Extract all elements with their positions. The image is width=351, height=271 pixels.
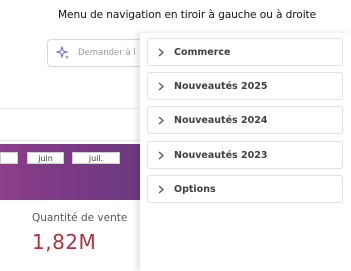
month-tag-juin[interactable]: juin xyxy=(27,152,64,164)
chevron-right-icon xyxy=(158,185,164,193)
drawer-item-label: Nouveautés 2024 xyxy=(174,114,268,126)
kpi-label: Quantité de vente xyxy=(32,212,128,224)
kpi-value: 1,82M xyxy=(32,230,97,254)
drawer-item-commerce[interactable]: Commerce xyxy=(147,38,343,66)
drawer-item-label: Commerce xyxy=(174,46,231,58)
drawer-item-label: Nouveautés 2023 xyxy=(174,149,268,161)
caption-title: Menu de navigation en tiroir à gauche ou… xyxy=(58,9,317,21)
chevron-right-icon xyxy=(158,48,164,56)
chevron-right-icon xyxy=(158,116,164,124)
divider xyxy=(0,108,145,109)
drawer-item-nouveautes-2024[interactable]: Nouveautés 2024 xyxy=(147,106,343,134)
drawer-item-nouveautes-2025[interactable]: Nouveautés 2025 xyxy=(147,72,343,100)
drawer-item-options[interactable]: Options xyxy=(147,175,343,203)
drawer-item-nouveautes-2023[interactable]: Nouveautés 2023 xyxy=(147,141,343,169)
ask-placeholder: Demander à l xyxy=(78,48,136,58)
divider xyxy=(0,140,145,141)
chevron-right-icon xyxy=(158,82,164,90)
drawer-item-label: Nouveautés 2025 xyxy=(174,80,268,92)
navigation-drawer: Commerce Nouveautés 2025 Nouveautés 2024… xyxy=(140,33,351,271)
month-tag[interactable] xyxy=(0,152,18,164)
month-tag-juil[interactable]: juil. xyxy=(72,152,120,164)
chevron-right-icon xyxy=(158,151,164,159)
sparkle-icon xyxy=(56,46,69,59)
drawer-item-label: Options xyxy=(174,183,216,195)
